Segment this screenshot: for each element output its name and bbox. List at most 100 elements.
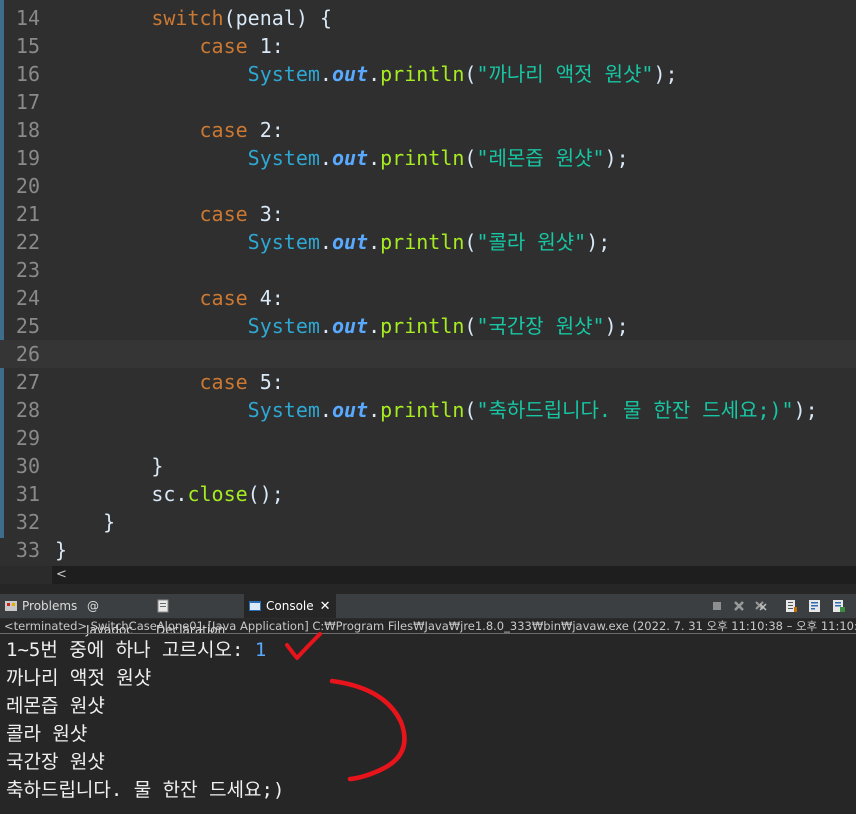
console-output-line: 축하드립니다. 물 한잔 드세요;) (6, 779, 285, 801)
code-line[interactable]: 26 (0, 340, 856, 368)
code-text: case 1: (55, 32, 284, 60)
line-number: 20 (15, 174, 40, 198)
line-number: 19 (15, 146, 40, 170)
code-token: sc. (55, 482, 188, 506)
code-text: System.out.println("콜라 원샷"); (55, 228, 611, 256)
console-panel: Problems @Javadoc Declaration Console ✕ <… (0, 584, 856, 814)
code-text: } (55, 508, 115, 536)
code-text: System.out.println("레몬즙 원샷"); (55, 144, 629, 172)
code-token: System (247, 230, 320, 254)
pin-console-icon[interactable] (832, 599, 846, 613)
scroll-lock-icon[interactable] (784, 599, 798, 613)
remove-launch-icon[interactable] (732, 599, 746, 613)
code-token: out (331, 230, 369, 254)
code-line[interactable]: 15 case 1: (0, 32, 856, 60)
code-token: ( (464, 314, 477, 338)
code-token: System (247, 146, 320, 170)
code-token: out (331, 62, 369, 86)
horizontal-scrollbar[interactable]: < (52, 566, 856, 584)
code-token: println (380, 314, 465, 338)
console-output-line: 국간장 원샷 (6, 751, 105, 773)
code-token: println (380, 146, 465, 170)
code-line[interactable]: 24 case 4: (0, 284, 856, 312)
line-number: 32 (15, 510, 40, 534)
line-number: 29 (15, 426, 40, 450)
tab-console[interactable]: Console ✕ (244, 594, 336, 618)
code-token: System (247, 398, 320, 422)
code-line[interactable]: 28 System.out.println("축하드립니다. 물 한잔 드세요;… (0, 396, 856, 424)
code-text: } (55, 452, 163, 480)
code-line[interactable]: 19 System.out.println("레몬즙 원샷"); (0, 144, 856, 172)
line-number: 16 (15, 62, 40, 86)
code-line[interactable]: 18 case 2: (0, 116, 856, 144)
code-token: ( (464, 398, 477, 422)
code-token: case (199, 118, 248, 142)
close-icon[interactable]: ✕ (320, 595, 331, 619)
console-output-line: 레몬즙 원샷 (6, 695, 105, 717)
line-number: 23 (15, 258, 40, 282)
code-token: 3: (247, 202, 284, 226)
line-number: 26 (15, 342, 40, 366)
code-token: "축하드립니다. 물 한잔 드세요;)" (476, 398, 794, 422)
code-token: . (319, 314, 332, 338)
scroll-left-arrow-icon[interactable]: < (56, 566, 67, 584)
javadoc-icon: @ (87, 598, 99, 613)
code-token: System (247, 314, 320, 338)
tab-problems[interactable]: Problems (4, 594, 80, 618)
tab-declaration[interactable]: Declaration (156, 594, 240, 637)
code-line[interactable]: 22 System.out.println("콜라 원샷"); (0, 228, 856, 256)
code-token: ( (464, 146, 477, 170)
code-token: 1: (247, 34, 284, 58)
tab-label: Console (266, 599, 314, 613)
line-number: 17 (15, 90, 40, 114)
console-prompt-line: 1~5번 중에 하나 고르시오: 1 (6, 636, 266, 664)
code-line[interactable]: 21 case 3: (0, 200, 856, 228)
code-line[interactable]: 14 switch(penal) { (0, 4, 856, 32)
code-line[interactable]: 32 } (0, 508, 856, 536)
code-line[interactable]: 33} (0, 536, 856, 564)
code-token: case (199, 202, 248, 226)
code-line[interactable]: 27 case 5: (0, 368, 856, 396)
code-token: out (331, 314, 369, 338)
code-line[interactable]: 31 sc.close(); (0, 480, 856, 508)
code-line[interactable]: 25 System.out.println("국간장 원샷"); (0, 312, 856, 340)
code-line[interactable]: 30 } (0, 452, 856, 480)
code-line[interactable]: 29 (0, 424, 856, 452)
code-editor[interactable]: 14 switch(penal) {15 case 1: 16 System.ou… (0, 0, 856, 566)
code-token: println (380, 62, 465, 86)
code-token: "레몬즙 원샷" (476, 146, 605, 170)
tab-javadoc[interactable]: @Javadoc (86, 594, 150, 638)
code-token: . (368, 230, 381, 254)
code-line[interactable]: 20 (0, 172, 856, 200)
code-token: ); (793, 398, 818, 422)
line-number: 25 (15, 314, 40, 338)
word-wrap-icon[interactable] (808, 599, 822, 613)
code-token: . (368, 398, 381, 422)
code-token: "국간장 원샷" (476, 314, 605, 338)
code-token: (penal) { (223, 6, 332, 30)
problems-icon (5, 600, 17, 611)
code-token: println (380, 230, 465, 254)
code-token: 4: (247, 286, 284, 310)
code-token: . (319, 230, 332, 254)
code-text: sc.close(); (55, 480, 283, 508)
code-token: case (199, 34, 248, 58)
code-line[interactable]: 16 System.out.println("까나리 액젓 원샷"); (0, 60, 856, 88)
code-line[interactable]: 23 (0, 256, 856, 284)
remove-all-icon[interactable] (754, 599, 768, 613)
line-number: 22 (15, 230, 40, 254)
code-token: out (331, 146, 369, 170)
console-user-input: 1 (254, 639, 267, 661)
terminate-icon[interactable] (710, 599, 724, 613)
console-output-line: 콜라 원샷 (6, 723, 88, 745)
line-number: 18 (15, 118, 40, 142)
code-line[interactable]: 17 (0, 88, 856, 116)
line-number: 33 (15, 538, 40, 562)
code-text: System.out.println("축하드립니다. 물 한잔 드세요;)")… (55, 396, 818, 424)
line-number: 31 (15, 482, 40, 506)
